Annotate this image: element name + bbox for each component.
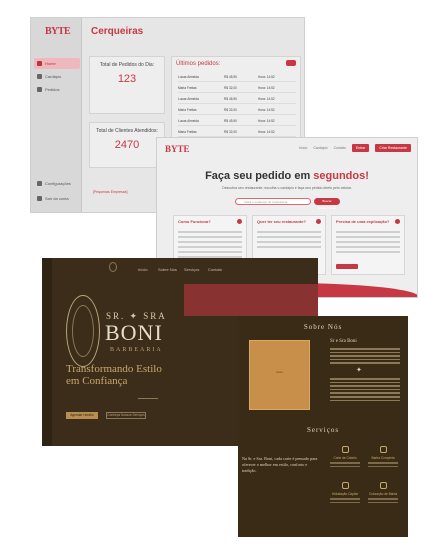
services-heading: Serviços: [306, 426, 340, 434]
about-screenshot: Sobre Nós Foto Sr e Sra Boni ✦ Serviços …: [238, 316, 408, 537]
sidebar-item-pedidos[interactable]: Pedidos: [34, 84, 80, 95]
user-icon: [395, 219, 400, 224]
stat-value: 2470: [114, 139, 140, 151]
recent-orders-title: Últimos pedidos:: [176, 61, 221, 67]
service-haircut[interactable]: Corte de Cabelo: [328, 446, 362, 467]
stat-card-orders: Total de Pedidos do Dia: 123: [89, 56, 165, 114]
landing-logo[interactable]: BYTE: [165, 144, 190, 154]
feature-card-help: Precisa de uma explicação?: [331, 215, 405, 275]
store-icon: [316, 219, 321, 224]
about-paragraph-2: [330, 376, 400, 402]
nav-link-contato[interactable]: Contato: [208, 267, 222, 272]
hero-subtitle: Descubra seu restaurante, escolha o card…: [222, 186, 352, 190]
info-icon: [237, 219, 242, 224]
contact-button[interactable]: [336, 264, 358, 269]
nav-link-contato[interactable]: Contato: [334, 146, 346, 150]
table-row[interactable]: Maria Freitas R$ 32,00 Hora: 14:52: [178, 127, 296, 137]
sidebar-item-cardapio[interactable]: Cardápio: [34, 71, 80, 82]
search-input[interactable]: Insira o endereço do restaurante: [235, 198, 311, 205]
services-button[interactable]: Conheça Nossos Serviços: [106, 412, 146, 419]
promo-link[interactable]: [Pequenas Empresas]: [93, 190, 127, 194]
table-row[interactable]: Maria Freitas R$ 32,00 Hora: 14:52: [178, 105, 296, 115]
table-row[interactable]: Maria Freitas R$ 32,00 Hora: 14:52: [178, 83, 296, 93]
services-description: Na Sr. e Sra. Boni, cada corte é pensado…: [242, 456, 318, 473]
nav-link-cardapio[interactable]: Cardápio: [313, 146, 327, 150]
hero-heading: Faça seu pedido em segundos!: [205, 170, 369, 182]
about-paragraph: [330, 346, 400, 364]
service-coloring[interactable]: Coloração de Barba: [366, 482, 400, 503]
brush-icon: [379, 482, 387, 489]
brand-name: BONI: [105, 320, 163, 345]
dashboard-logo[interactable]: BYTE: [45, 26, 71, 37]
drop-icon: [341, 482, 349, 489]
nav-link-sobre[interactable]: Sobre Nós: [158, 267, 177, 272]
stat-label: Total de Pedidos do Dia:: [99, 62, 155, 68]
menu-icon: [37, 74, 42, 79]
about-subtitle: Sr e Sra Boni: [330, 339, 357, 344]
hero-tagline: Transformando Estilo em Confiança: [66, 363, 162, 387]
book-button[interactable]: Agendar Horário: [66, 412, 98, 419]
about-heading: Sobre Nós: [303, 323, 343, 331]
barber-pole-icon: [72, 305, 94, 357]
about-photo: [249, 340, 310, 410]
signup-button[interactable]: Criar Restaurante: [375, 144, 411, 152]
dashboard-sidebar: BYTE Home Cardápio Pedidos Configurações…: [31, 18, 82, 212]
service-hydration[interactable]: Hidratação Capilar: [328, 482, 362, 503]
star-icon: ✦: [356, 367, 362, 374]
stat-value: 123: [117, 73, 137, 85]
razor-icon: [379, 446, 387, 453]
stat-label: Total de Clientes Atendidos:: [96, 128, 158, 134]
sidebar-item-home[interactable]: Home: [34, 58, 80, 69]
sidebar-item-logout[interactable]: Sair da conta: [34, 193, 80, 204]
nav-link-inicio[interactable]: Início: [299, 146, 307, 150]
barber-emblem-icon[interactable]: [109, 262, 117, 272]
home-icon: [37, 61, 42, 66]
photo-label: Foto: [276, 370, 283, 374]
sidebar-item-settings[interactable]: Configurações: [34, 178, 80, 189]
footer-overlap: [184, 284, 318, 316]
login-button[interactable]: Entrar: [351, 144, 370, 152]
landing-nav: Início Cardápio Contato Entrar Criar Res…: [299, 144, 411, 152]
service-beard[interactable]: Barba Completa: [366, 446, 400, 467]
stat-card-clients: Total de Clientes Atendidos: 2470: [89, 122, 165, 168]
orders-icon: [37, 87, 42, 92]
page-title: Cerqueiras: [91, 26, 144, 37]
table-row[interactable]: Lucas Almeida R$ 45,90 Hora: 14:52: [178, 94, 296, 104]
gear-icon: [37, 181, 42, 186]
nav-link-servicos[interactable]: Serviços: [184, 267, 199, 272]
left-strip: [42, 258, 52, 446]
logout-icon: [37, 196, 42, 201]
table-row[interactable]: Lucas Almeida R$ 45,90 Hora: 14:52: [178, 116, 296, 126]
nav-link-inicio[interactable]: Início: [138, 267, 148, 272]
orders-action-button[interactable]: [286, 60, 296, 66]
table-row[interactable]: Lucas Almeida R$ 45,90 Hora: 14:52: [178, 72, 296, 82]
search-button[interactable]: Buscar Restaurantes: [314, 198, 340, 210]
mustache-icon: [138, 398, 158, 401]
brand-sub: BARBEARIA: [110, 347, 163, 353]
scissors-icon: [341, 446, 349, 453]
